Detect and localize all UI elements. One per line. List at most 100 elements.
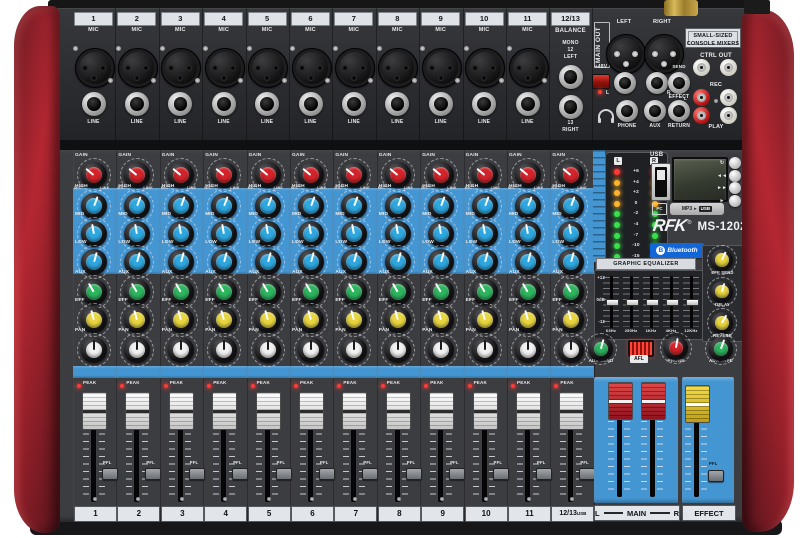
- geq-slider-handle[interactable]: [626, 299, 639, 306]
- main-r-fader-handle[interactable]: [641, 382, 666, 420]
- channel-fader-handle[interactable]: [212, 392, 237, 430]
- high-knob[interactable]: [81, 193, 107, 219]
- knob-label-aux: AUX: [249, 270, 260, 275]
- aux-knob[interactable]: [385, 279, 411, 305]
- channel-fader-handle[interactable]: [299, 392, 324, 430]
- line-label: LINE: [332, 120, 375, 126]
- channel-fader-handle[interactable]: [429, 392, 454, 430]
- high-knob[interactable]: [255, 193, 281, 219]
- xlr-pin: [299, 65, 305, 71]
- meter-led-left: [614, 211, 620, 217]
- high-knob[interactable]: [211, 193, 237, 219]
- top-channel-6: 6MICLINE: [289, 8, 333, 140]
- pan-knob[interactable]: [341, 337, 367, 363]
- high-knob[interactable]: [341, 193, 367, 219]
- high-knob[interactable]: [124, 193, 150, 219]
- effect-fader-handle[interactable]: [685, 385, 710, 423]
- aux-knob[interactable]: [124, 279, 150, 305]
- channel-fader-handle[interactable]: [386, 392, 411, 430]
- xlr-pin: [255, 65, 261, 71]
- channel-fader-handle[interactable]: [82, 392, 107, 430]
- high-knob[interactable]: [428, 193, 454, 219]
- channel-fader-handle[interactable]: [516, 392, 541, 430]
- prev-button[interactable]: [729, 170, 741, 182]
- play-button[interactable]: [729, 195, 741, 207]
- main-section-label: LMAINR: [594, 505, 680, 521]
- aux-tape-knob[interactable]: [709, 337, 733, 361]
- aux-knob[interactable]: [255, 279, 281, 305]
- xlr-screw: [412, 78, 417, 83]
- aux-knob[interactable]: [428, 279, 454, 305]
- deco-band: [507, 366, 550, 378]
- pan-knob[interactable]: [168, 337, 194, 363]
- pan-knob[interactable]: [385, 337, 411, 363]
- top-channel-9: 9MICLINE: [419, 8, 463, 140]
- pan-knob[interactable]: [211, 337, 237, 363]
- high-knob[interactable]: [385, 193, 411, 219]
- aux-knob[interactable]: [168, 279, 194, 305]
- effect-pfl-button[interactable]: [708, 470, 724, 482]
- channel-fader-handle[interactable]: [342, 392, 367, 430]
- eff-knob-cap: [563, 312, 579, 328]
- main-l-fader-handle[interactable]: [608, 382, 633, 420]
- phone-knob[interactable]: [664, 336, 688, 360]
- mode-button[interactable]: [729, 157, 741, 169]
- peak-label: PEAK: [343, 381, 356, 386]
- pfl-button[interactable]: [579, 468, 595, 480]
- channel-12-13-column: 12/13 BALANCE MONO 12 LEFT 13 RIGHT: [549, 8, 593, 140]
- aux-knob[interactable]: [211, 279, 237, 305]
- geq-slider-handle[interactable]: [646, 299, 659, 306]
- strip-8: GAINMICLINEHIGHMIDLOWAUXEFFPANPEAKPFL8: [377, 150, 421, 522]
- high-knob[interactable]: [298, 193, 324, 219]
- line-jack-input: [516, 92, 540, 116]
- aux-send-knob[interactable]: [589, 337, 613, 361]
- channel-fader-handle[interactable]: [559, 392, 584, 430]
- high-knob[interactable]: [168, 193, 194, 219]
- peak-label: PEAK: [430, 381, 443, 386]
- top-channel-10: 10MICLINE: [463, 8, 507, 140]
- delay-knob[interactable]: [711, 281, 733, 303]
- knob-label-gain: GAIN: [552, 153, 565, 158]
- pan-knob[interactable]: [255, 337, 281, 363]
- knob-label-low: LOW: [422, 240, 434, 245]
- geq-slider-handle[interactable]: [606, 299, 619, 306]
- channel-fader-handle[interactable]: [256, 392, 281, 430]
- meter-scale-value: -10: [622, 243, 650, 248]
- geq-slider-handle[interactable]: [666, 299, 679, 306]
- pan-knob[interactable]: [515, 337, 541, 363]
- xlr-screw: [203, 46, 208, 51]
- aux-knob[interactable]: [472, 279, 498, 305]
- gain-line-label: LINE: [230, 186, 239, 190]
- channel-fader-handle[interactable]: [125, 392, 150, 430]
- channel-number-header: 10: [465, 12, 504, 26]
- ctrl-l-label: L: [685, 77, 688, 82]
- pan-knob[interactable]: [81, 337, 107, 363]
- line-label: LINE: [463, 120, 506, 126]
- main-right-label: RIGHT: [645, 19, 679, 25]
- knob-label-low: LOW: [466, 240, 478, 245]
- geq-slider-handle[interactable]: [686, 299, 699, 306]
- panel-screw: [714, 99, 718, 103]
- deco-band: [333, 366, 376, 378]
- xlr-pin: [490, 65, 496, 71]
- pan-knob[interactable]: [298, 337, 324, 363]
- channel-fader-handle[interactable]: [169, 392, 194, 430]
- channel-fader-handle[interactable]: [473, 392, 498, 430]
- aux-knob[interactable]: [558, 279, 584, 305]
- phantom-switch[interactable]: [592, 74, 610, 89]
- high-knob[interactable]: [558, 193, 584, 219]
- reverb-knob[interactable]: [711, 312, 733, 334]
- eff-send-knob[interactable]: [711, 249, 733, 271]
- knob-label-mid: MID: [292, 212, 301, 217]
- main-fader-section: [594, 377, 678, 503]
- pan-knob[interactable]: [428, 337, 454, 363]
- next-button[interactable]: [729, 182, 741, 194]
- pan-knob[interactable]: [472, 337, 498, 363]
- knob-label-eff: EFF: [292, 298, 302, 303]
- aux-knob[interactable]: [341, 279, 367, 305]
- high-knob[interactable]: [472, 193, 498, 219]
- pan-knob-pointer: [136, 340, 138, 350]
- peak-led: [207, 384, 211, 388]
- high-knob[interactable]: [515, 193, 541, 219]
- pan-knob[interactable]: [124, 337, 150, 363]
